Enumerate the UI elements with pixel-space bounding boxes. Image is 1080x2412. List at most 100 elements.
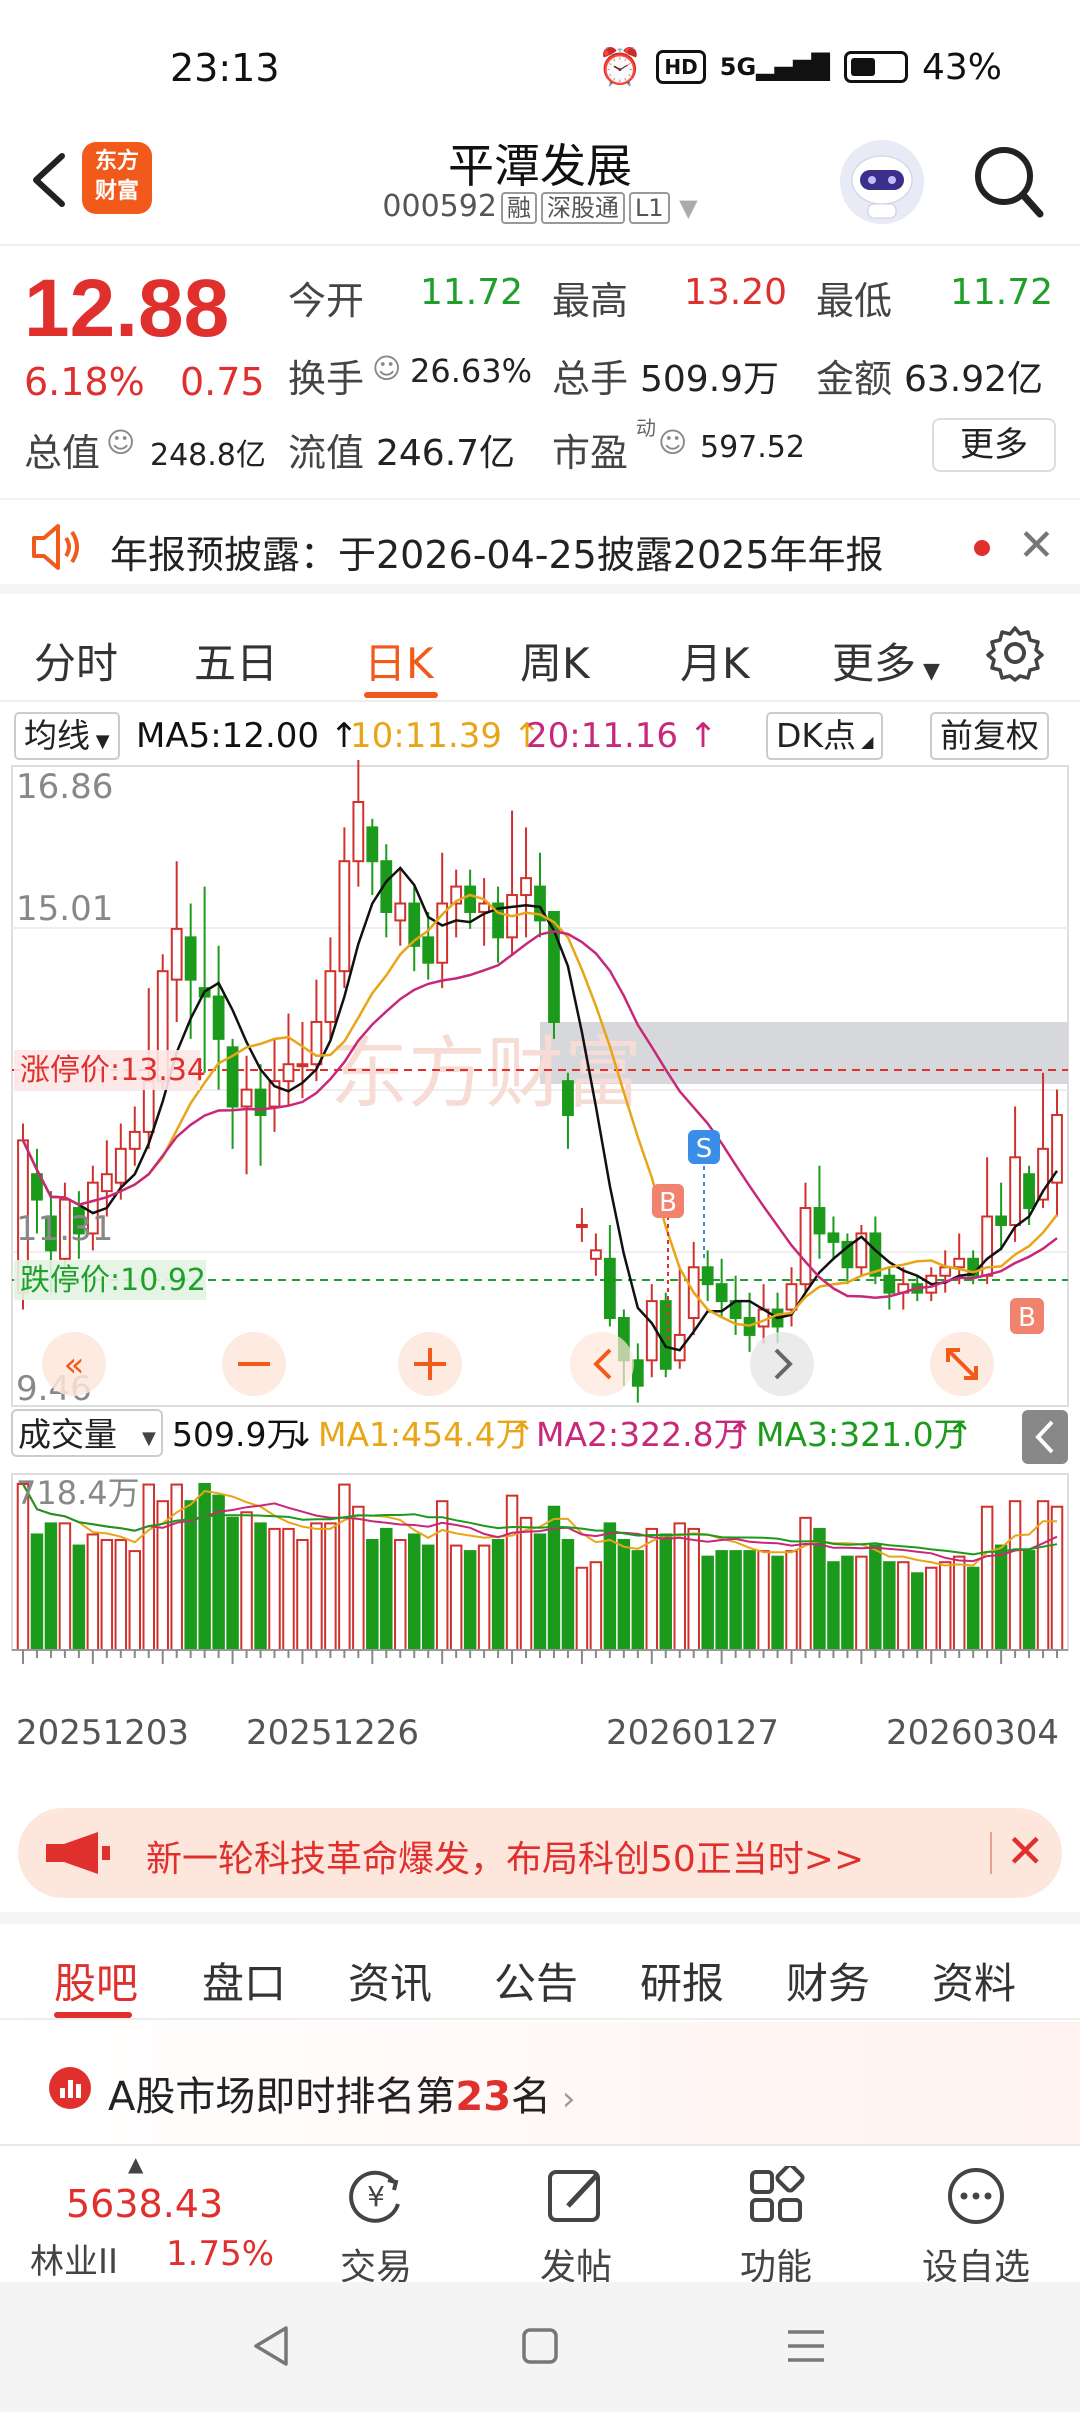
open-label: 今开 xyxy=(288,279,365,323)
volume-bar xyxy=(142,1483,155,1651)
tab-orderbook[interactable]: 盘口 xyxy=(202,1950,286,2011)
tab-more[interactable]: 更多 ▼ xyxy=(832,630,940,691)
more-button[interactable]: 更多 xyxy=(932,418,1056,472)
caret-up-icon[interactable]: ▲ xyxy=(128,2152,143,2176)
zoom-out-button[interactable] xyxy=(222,1332,286,1396)
tag-margin: 融 xyxy=(500,192,537,224)
tab-profile[interactable]: 资料 xyxy=(932,1950,1016,2011)
volume-bar xyxy=(338,1483,351,1651)
trade-button[interactable]: ¥ 交易 xyxy=(306,2166,446,2290)
hd-icon: HD xyxy=(656,50,706,84)
x-ticks-group xyxy=(21,1650,1059,1664)
tab-five-day[interactable]: 五日 xyxy=(194,630,278,691)
adjust-button[interactable]: 前复权 xyxy=(930,712,1049,760)
y-tick-label: 16.86 xyxy=(16,767,113,807)
x-tick-label: 20251203 xyxy=(16,1713,189,1753)
notice-bar[interactable]: 年报预披露：于2026-04-25披露2025年年报 ✕ xyxy=(0,498,1080,594)
promo-banner[interactable]: 新一轮科技革命爆发，布局科创50正当时>> ✕ xyxy=(18,1808,1062,1898)
next-button[interactable] xyxy=(750,1332,814,1396)
info-icon[interactable]: ☺ xyxy=(658,426,687,459)
y-tick-label: 11.31 xyxy=(16,1209,113,1249)
volume-bar xyxy=(226,1516,239,1651)
dropdown-triangle-icon: ▼ xyxy=(90,731,110,752)
volume-bar xyxy=(897,1561,910,1652)
volume-bar xyxy=(30,1533,44,1651)
collapse-panel-button[interactable] xyxy=(1022,1410,1068,1464)
marker-b-2[interactable]: B xyxy=(1010,1298,1044,1334)
tag-connect: 深股通 xyxy=(540,192,625,224)
volume-value: 509.9万 xyxy=(640,359,780,400)
volume-bar xyxy=(994,1544,1008,1651)
volume-bar xyxy=(645,1527,659,1651)
market-rank[interactable]: A股市场即时排名第23名 › xyxy=(0,2022,1080,2144)
volume-bar xyxy=(72,1544,86,1651)
sector-index[interactable]: 5638.43 xyxy=(66,2182,223,2226)
limit-down-label: 跌停价:10.92 xyxy=(20,1263,206,1298)
gear-icon[interactable] xyxy=(986,624,1044,682)
rank-suffix: 名 xyxy=(511,2074,552,2120)
volume-bar xyxy=(813,1527,826,1651)
close-icon[interactable]: ✕ xyxy=(1018,520,1055,571)
ma10-value: 10:11.39 ↑ xyxy=(350,716,542,756)
functions-button[interactable]: 功能 xyxy=(706,2163,846,2290)
prev-button[interactable] xyxy=(570,1332,634,1396)
fullscreen-button[interactable] xyxy=(930,1332,994,1396)
tab-finance[interactable]: 财务 xyxy=(786,1950,870,2011)
float-value: 246.7亿 xyxy=(376,433,516,474)
tab-research[interactable]: 研报 xyxy=(640,1950,724,2011)
home-nav-icon[interactable] xyxy=(518,2324,562,2368)
zoom-in-button[interactable] xyxy=(398,1332,462,1396)
tab-monthly-k[interactable]: 月K xyxy=(680,630,750,691)
tab-news[interactable]: 资讯 xyxy=(348,1950,432,2011)
volume-bar xyxy=(491,1539,505,1651)
add-watchlist-button[interactable]: 设自选 xyxy=(906,2166,1046,2290)
tab-forum[interactable]: 股吧 xyxy=(54,1950,138,2011)
kline-chart[interactable]: 东方财富 16.86 15.01 11.31 9.46 涨停价:13.34 跌停… xyxy=(0,760,1080,1790)
volume-bar xyxy=(519,1516,533,1651)
pe-superscript: 动 xyxy=(636,416,656,440)
post-button[interactable]: 发帖 xyxy=(506,2166,646,2290)
volume-bar xyxy=(855,1555,868,1652)
tab-daily-k[interactable]: 日K xyxy=(364,630,434,691)
volume-bar xyxy=(58,1522,72,1651)
dk-point-button[interactable]: DK点 ◢ xyxy=(766,712,884,760)
float-label: 流值 xyxy=(288,431,365,475)
content-tabs: 股吧 盘口 资讯 公告 研报 财务 资料 xyxy=(0,1912,1080,2020)
low-label: 最低 xyxy=(816,279,893,323)
volume-bar xyxy=(282,1527,295,1651)
back-nav-icon[interactable] xyxy=(250,2324,294,2368)
sector-name[interactable]: 林业II xyxy=(30,2234,118,2283)
app-header: 东方 财富 平潭发展 000592 融深股通 L1 ▼ xyxy=(0,120,1080,246)
tab-weekly-k[interactable]: 周K xyxy=(520,630,590,691)
ma5-text: MA5:12.00 xyxy=(136,716,320,756)
arrow-down-icon: ↓ xyxy=(288,1415,316,1454)
rank-prefix: A股市场即时排名第 xyxy=(108,2074,456,2120)
ma-select-label: 均线 xyxy=(24,716,90,755)
volume-bar xyxy=(198,1483,211,1651)
mktcap-value: 248.8亿 xyxy=(150,438,266,473)
volume-bar xyxy=(911,1572,924,1652)
scroll-left-button[interactable]: « xyxy=(42,1332,106,1396)
promo-text: 新一轮科技革命爆发，布局科创50正当时>> xyxy=(146,1839,865,1880)
info-icon[interactable]: ☺ xyxy=(372,352,401,385)
recents-nav-icon[interactable] xyxy=(784,2324,828,2368)
volume-bar xyxy=(449,1544,463,1651)
info-icon[interactable]: ☺ xyxy=(106,426,135,459)
dropdown-triangle-icon[interactable]: ▼ xyxy=(679,194,697,222)
status-bar: 23:13 ⏰ HD 5G▂▄▆█ 43% xyxy=(0,0,1080,130)
more-dots-icon xyxy=(948,2168,1004,2224)
edit-icon xyxy=(548,2170,600,2222)
amount-label: 金额 xyxy=(816,357,893,401)
pe-value: 597.52 xyxy=(700,430,805,465)
tab-intraday[interactable]: 分时 xyxy=(34,630,118,691)
battery-icon xyxy=(843,51,908,83)
ma20-text: 20:11.16 xyxy=(526,716,679,756)
ma-select[interactable]: 均线 ▼ xyxy=(14,712,120,760)
search-icon[interactable] xyxy=(972,142,1046,222)
close-icon[interactable]: ✕ xyxy=(1006,1824,1045,1878)
robot-assistant-icon[interactable] xyxy=(840,140,924,224)
ma10-text: 10:11.39 xyxy=(350,716,503,756)
tab-announcements[interactable]: 公告 xyxy=(494,1950,578,2011)
limit-up-label: 涨停价:13.34 xyxy=(20,1053,206,1088)
volume-bar xyxy=(421,1544,435,1651)
